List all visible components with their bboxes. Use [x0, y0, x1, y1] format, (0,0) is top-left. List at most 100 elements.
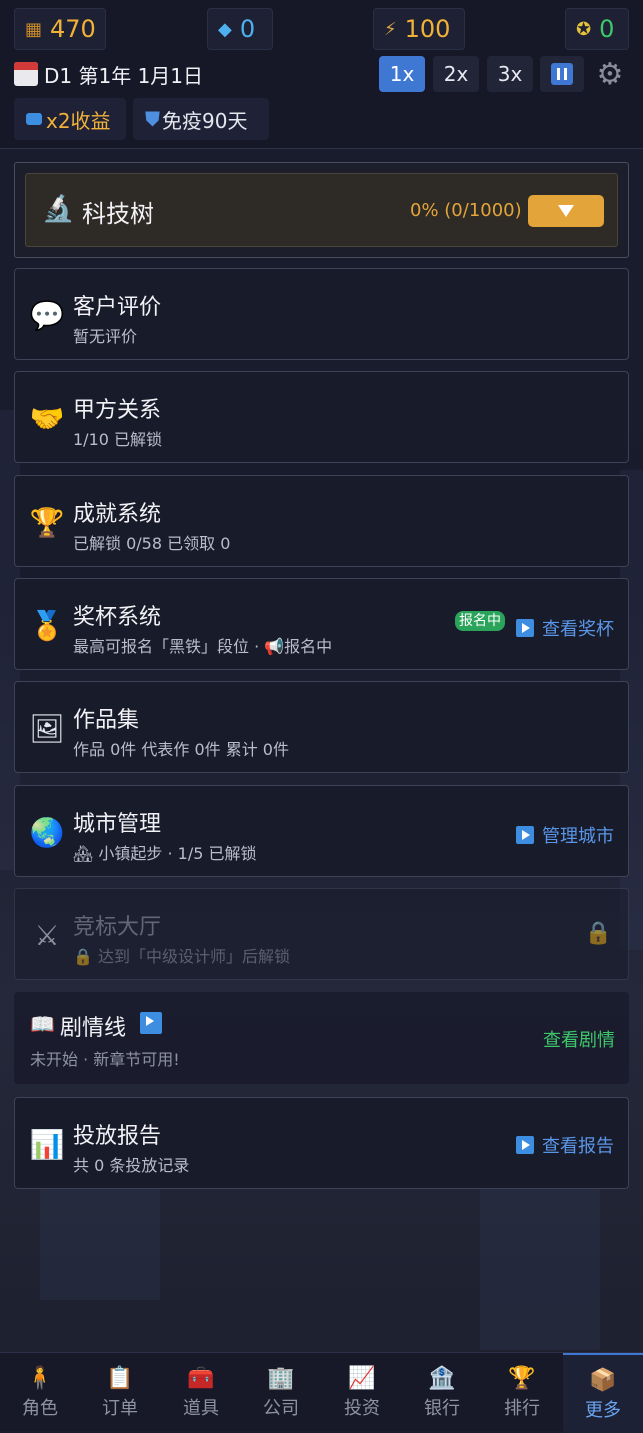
bar-chart-icon: 📊	[29, 1127, 65, 1161]
nav-bank[interactable]: 🏦 银行	[402, 1353, 482, 1431]
view-trophies-link[interactable]: 查看奖杯	[516, 615, 614, 641]
card-title: 成就系统	[73, 502, 162, 527]
speed-1x-button[interactable]: 1x	[379, 56, 425, 92]
play-icon	[516, 619, 534, 637]
clipboard-icon: 📋	[106, 1366, 134, 1391]
immunity-chip[interactable]: ⛊ 免疫90天	[133, 98, 269, 140]
gold-bars-icon: ▦	[25, 18, 43, 40]
building-icon: 🏢	[267, 1366, 295, 1391]
settings-button[interactable]: ⚙	[592, 56, 628, 92]
medal-icon: 🏅	[29, 608, 65, 642]
gold-value: 470	[50, 15, 96, 43]
nav-invest[interactable]: 📈 投资	[322, 1353, 402, 1431]
picture-icon: 🖼	[29, 711, 65, 745]
box-icon: 📦	[589, 1368, 617, 1393]
tech-tree-progress: 0% (0/1000)	[410, 200, 522, 221]
book-icon: 📖	[30, 1012, 55, 1036]
diamond-icon: ◆	[218, 18, 232, 40]
diamond-counter[interactable]: ◆ 0	[207, 8, 273, 50]
treasure-chest-icon: 🧰	[187, 1366, 215, 1391]
calendar-icon	[14, 62, 38, 86]
card-storyline[interactable]: 📖 剧情线 未开始 · 新章节可用! 查看剧情	[14, 992, 629, 1084]
date-text: D1 第1年 1月1日	[44, 63, 204, 88]
energy-counter[interactable]: ⚡ 100	[373, 8, 465, 50]
card-title: 奖杯系统	[73, 605, 162, 630]
status-bar: ▦ 470 ◆ 0 ⚡ 100 ✪ 0 D1 第1年 1月1日 1x 2x 3x…	[0, 0, 643, 149]
nav-ranking[interactable]: 🏆 排行	[482, 1353, 562, 1431]
card-subtitle: 共 0 条投放记录	[73, 1156, 190, 1175]
globe-icon: 🌏	[29, 815, 65, 849]
card-subtitle: 最高可报名「黑铁」段位 · 📢报名中	[73, 637, 333, 656]
card-client-relations[interactable]: 🤝 甲方关系 1/10 已解锁	[14, 371, 629, 463]
character-icon: 🧍	[26, 1366, 54, 1391]
gear-icon: ⚙	[596, 56, 624, 92]
diamond-value: 0	[239, 15, 256, 43]
handshake-icon: 🤝	[29, 401, 65, 435]
view-story-link[interactable]: 查看剧情	[543, 1026, 615, 1052]
card-subtitle: 🏘 小镇起步 · 1/5 已解锁	[73, 844, 257, 863]
card-title: 甲方关系	[73, 398, 162, 423]
card-subtitle: 1/10 已解锁	[73, 430, 163, 449]
card-bidding-hall: ⚔ 竞标大厅 🔒 达到「中级设计师」后解锁 🔒	[14, 888, 629, 980]
tech-tree-expand-button[interactable]	[528, 195, 604, 227]
nav-label: 角色	[22, 1398, 58, 1419]
energy-icon: ⚡	[384, 18, 397, 40]
nav-items[interactable]: 🧰 道具	[161, 1353, 241, 1431]
gold-counter[interactable]: ▦ 470	[14, 8, 106, 50]
tech-tree-inner: 🔬 科技树 0% (0/1000)	[25, 173, 618, 247]
play-icon	[516, 1136, 534, 1154]
double-income-chip[interactable]: x2收益	[14, 98, 126, 140]
card-subtitle: 作品 0件 代表作 0件 累计 0件	[73, 740, 289, 759]
card-subtitle: 🔒 达到「中级设计师」后解锁	[73, 947, 291, 966]
play-icon	[140, 1012, 162, 1034]
registration-badge: 报名中	[455, 611, 505, 631]
view-trophies-label: 查看奖杯	[542, 619, 614, 640]
nav-character[interactable]: 🧍 角色	[0, 1353, 80, 1431]
shield-icon: ⛊	[145, 107, 160, 131]
microscope-icon: 🔬	[42, 194, 75, 224]
nav-company[interactable]: 🏢 公司	[241, 1353, 321, 1431]
card-subtitle: 暂无评价	[73, 327, 138, 346]
card-trophies[interactable]: 🏅 奖杯系统 最高可报名「黑铁」段位 · 📢报名中 报名中 查看奖杯	[14, 578, 629, 670]
card-title: 投放报告	[73, 1124, 162, 1149]
nav-label: 订单	[102, 1398, 138, 1419]
energy-value: 100	[404, 15, 451, 43]
manage-city-link[interactable]: 管理城市	[516, 822, 614, 848]
card-title: 城市管理	[73, 812, 162, 837]
nav-orders[interactable]: 📋 订单	[80, 1353, 160, 1431]
chart-up-icon: 📈	[348, 1366, 376, 1391]
card-title: 竞标大厅	[73, 915, 162, 940]
trophy-icon: 🏆	[29, 505, 65, 539]
card-portfolio[interactable]: 🖼 作品集 作品 0件 代表作 0件 累计 0件	[14, 681, 629, 773]
video-icon	[26, 113, 42, 125]
game-date: D1 第1年 1月1日	[14, 58, 203, 90]
double-income-label: x2收益	[46, 108, 111, 133]
card-title: 剧情线	[60, 1016, 127, 1041]
card-subtitle: 未开始 · 新章节可用!	[30, 1050, 180, 1069]
immunity-label: 免疫90天	[162, 108, 248, 133]
tech-tree-panel[interactable]: 🔬 科技树 0% (0/1000)	[14, 162, 629, 258]
speed-3x-button[interactable]: 3x	[487, 56, 533, 92]
speed-2x-button[interactable]: 2x	[433, 56, 479, 92]
nav-label: 更多	[585, 1400, 621, 1421]
view-report-link[interactable]: 查看报告	[516, 1132, 614, 1158]
card-customer-reviews[interactable]: 💬 客户评价 暂无评价	[14, 268, 629, 360]
pause-button[interactable]	[540, 56, 584, 92]
speech-bubble-icon: 💬	[29, 298, 65, 332]
bottom-navigation: 🧍 角色 📋 订单 🧰 道具 🏢 公司 📈 投资 🏦 银行 🏆 排行 📦 更多	[0, 1352, 643, 1433]
nav-more[interactable]: 📦 更多	[563, 1353, 643, 1433]
manage-city-label: 管理城市	[542, 826, 614, 847]
nav-label: 投资	[344, 1398, 380, 1419]
card-ad-reports[interactable]: 📊 投放报告 共 0 条投放记录 查看报告	[14, 1097, 629, 1189]
token-coin-icon: ✪	[576, 18, 592, 40]
view-report-label: 查看报告	[542, 1136, 614, 1157]
card-achievements[interactable]: 🏆 成就系统 已解锁 0/58 已领取 0	[14, 475, 629, 567]
tech-tree-title: 科技树	[82, 200, 154, 228]
token-counter[interactable]: ✪ 0	[565, 8, 629, 50]
nav-label: 银行	[424, 1398, 460, 1419]
card-city-management[interactable]: 🌏 城市管理 🏘 小镇起步 · 1/5 已解锁 管理城市	[14, 785, 629, 877]
crossed-swords-icon: ⚔	[34, 918, 60, 952]
pause-icon	[551, 63, 573, 85]
card-title: 作品集	[73, 708, 140, 733]
play-icon	[516, 826, 534, 844]
